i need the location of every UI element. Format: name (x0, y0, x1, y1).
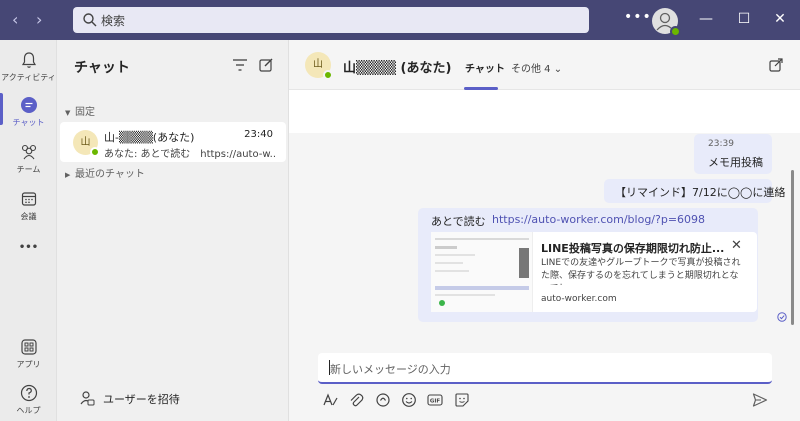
rail-label: ヘルプ (16, 406, 41, 415)
search-placeholder: 検索 (101, 14, 126, 28)
message-text: 【リマインド】7/12に◯◯に連絡 (615, 186, 786, 199)
calendar-icon (21, 192, 36, 206)
rail-label: チーム (16, 165, 41, 174)
presence-badge (670, 26, 681, 37)
message-link[interactable]: https://auto-worker.com/blog/?p=6098 (492, 213, 705, 226)
bell-icon (21, 52, 36, 68)
message-input-placeholder: 新しいメッセージの入力 (330, 363, 451, 376)
rail-item-chat[interactable]: チャット (0, 95, 57, 128)
title-bar: ‹ › 検索 ••• — ☐ ✕ (0, 0, 800, 40)
rail-label: チャット (12, 118, 45, 127)
tab-more[interactable]: その他 4 ⌄ (511, 60, 562, 75)
apps-icon (20, 339, 37, 355)
send-icon[interactable] (752, 392, 768, 408)
chat-avatar: 山 (73, 130, 100, 157)
message-area: 23:39 メモ用投稿 【リマインド】7/12に◯◯に連絡 あとで読む http… (289, 90, 800, 348)
rail-item-calendar[interactable]: 会議 (0, 189, 57, 222)
chat-preview: あなた: あとで読む https://auto-w... (104, 149, 276, 160)
caret-right-icon: ▶ (65, 171, 71, 179)
message-text: あとで読む (431, 215, 486, 228)
message-time: 23:39 (708, 139, 734, 149)
close-icon[interactable]: ✕ (731, 238, 742, 253)
more-icon: ••• (18, 242, 39, 253)
more-options-icon[interactable]: ••• (624, 9, 652, 25)
message-input[interactable]: 新しいメッセージの入力 (318, 353, 772, 384)
scrollbar-thumb[interactable] (791, 170, 794, 325)
help-icon (20, 384, 37, 402)
caret-down-icon: ▼ (65, 109, 71, 117)
svg-text:GIF: GIF (430, 399, 441, 405)
message-top-panel (289, 90, 800, 133)
rail-label: アクティビティ (1, 73, 56, 82)
new-chat-icon[interactable] (258, 57, 274, 73)
rail-label: アプリ (16, 360, 41, 369)
chat-list-panel: チャット ▼ 固定 山 山-▒▒▒▒(あなた) 23:40 あなた: あとで読む … (57, 40, 289, 421)
rail-item-help[interactable]: ヘルプ (0, 383, 57, 416)
message-bubble[interactable]: 【リマインド】7/12に◯◯に連絡 (604, 179, 785, 203)
rail-item-activity[interactable]: アクティビティ (0, 50, 57, 83)
avatar-initial: 山 (80, 137, 91, 148)
filter-icon[interactable] (232, 58, 248, 72)
message-text: メモ用投稿 (708, 156, 763, 169)
chat-title: 山▒▒▒▒ (あなた) (343, 61, 452, 76)
pinned-label: 固定 (75, 107, 95, 118)
presence-badge (323, 70, 333, 80)
link-preview-description: LINEでの友達やグループトークで写真が投稿された際、保存するのを忘れてしまうと… (541, 258, 741, 285)
chevron-down-icon: ⌄ (553, 64, 563, 75)
recent-section-header[interactable]: ▶ 最近のチャット (65, 165, 145, 180)
format-icon[interactable] (322, 392, 338, 408)
chat-name: 山-▒▒▒▒(あなた) (104, 131, 195, 144)
recent-label: 最近のチャット (75, 169, 145, 180)
app-rail: アクティビティ チャット チーム 会議 ••• アプリ ヘルプ (0, 40, 57, 421)
chat-time: 23:40 (244, 129, 273, 140)
invite-user-icon (80, 391, 95, 406)
chat-icon (20, 97, 37, 113)
search-box[interactable]: 検索 (73, 7, 589, 33)
close-button[interactable]: ✕ (770, 9, 790, 29)
rail-item-teams[interactable]: チーム (0, 142, 57, 175)
header-avatar[interactable]: 山 (305, 52, 333, 80)
link-preview-thumbnail (431, 232, 533, 312)
maximize-button[interactable]: ☐ (734, 9, 754, 29)
back-icon[interactable]: ‹ (12, 11, 18, 29)
tab-more-label: その他 4 (511, 64, 551, 75)
message-bubble[interactable]: 23:39 メモ用投稿 (694, 134, 772, 174)
message-bubble[interactable]: あとで読む https://auto-worker.com/blog/?p=60… (418, 208, 758, 322)
read-receipt-icon (777, 312, 787, 322)
search-icon (83, 13, 97, 27)
gif-icon[interactable]: GIF (427, 392, 443, 408)
link-preview-domain: auto-worker.com (541, 294, 617, 304)
chat-header: 山 山▒▒▒▒ (あなた) チャット その他 4 ⌄ (289, 40, 800, 90)
forward-icon[interactable]: › (36, 11, 42, 29)
rail-item-more[interactable]: ••• (0, 240, 57, 253)
chat-list-title: チャット (74, 60, 130, 76)
teams-icon (21, 144, 36, 160)
pinned-section-header[interactable]: ▼ 固定 (65, 103, 95, 118)
rail-item-apps[interactable]: アプリ (0, 337, 57, 370)
link-preview-title: LINE投稿写真の保存期限切れ防止... (541, 242, 725, 255)
loop-icon[interactable] (375, 392, 391, 408)
tab-chat[interactable]: チャット (465, 60, 505, 75)
attach-icon[interactable] (348, 392, 364, 408)
chat-list-item[interactable]: 山 山-▒▒▒▒(あなた) 23:40 あなた: あとで読む https://a… (60, 122, 286, 162)
avatar-initial: 山 (313, 59, 323, 70)
popout-icon[interactable] (769, 58, 783, 72)
rail-label: 会議 (20, 212, 37, 221)
minimize-button[interactable]: — (696, 9, 716, 29)
sticker-icon[interactable] (454, 392, 470, 408)
emoji-icon[interactable] (401, 392, 417, 408)
presence-badge (90, 147, 100, 157)
profile-avatar[interactable] (652, 8, 681, 37)
link-preview-card[interactable]: LINE投稿写真の保存期限切れ防止... ✕ LINEでの友達やグループトークで… (431, 232, 757, 312)
invite-label: ユーザーを招待 (103, 393, 180, 406)
